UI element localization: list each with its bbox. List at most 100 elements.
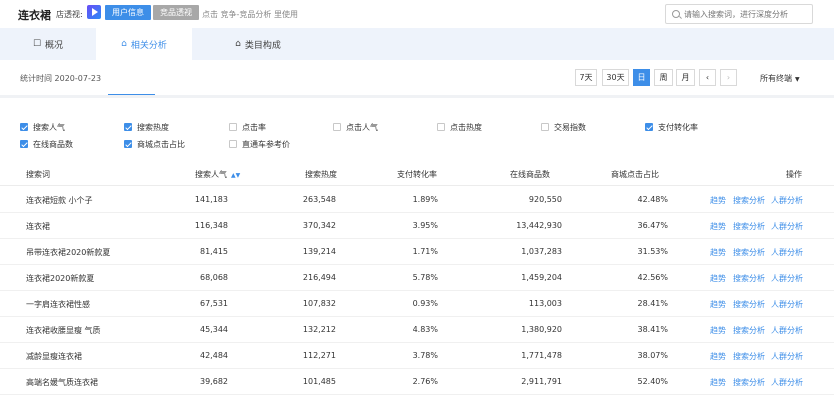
cell-search-heat: 112,271 [302, 351, 336, 360]
cell-payment-conversion: 4.83% [412, 325, 438, 334]
cell-search-popularity: 116,348 [194, 221, 228, 230]
audience-analysis-link[interactable]: 人群分析 [771, 351, 803, 362]
period-month-button[interactable]: 月 [676, 69, 695, 86]
checkbox-search-popularity[interactable]: 搜索人气 [20, 121, 65, 133]
checkbox-click-popularity[interactable]: 点击人气 [333, 121, 378, 133]
sort-icon[interactable]: ▲▼ [231, 172, 240, 179]
trend-link[interactable]: 趋势 [710, 247, 726, 258]
checkbox-box[interactable] [124, 123, 132, 131]
period-7d-button[interactable]: 7天 [575, 69, 597, 86]
table-row: 连衣裙收腰显瘦 气质 45,344 132,212 4.83% 1,380,920 38.… [0, 317, 834, 343]
audience-analysis-link[interactable]: 人群分析 [771, 325, 803, 336]
checkbox-box[interactable] [20, 123, 28, 131]
checkbox-ztc-price[interactable]: 直通车参考价 [229, 138, 290, 150]
trend-link[interactable]: 趋势 [710, 325, 726, 336]
cell-keyword: 连衣裙2020新款夏 [26, 274, 95, 283]
checkbox-payment-conversion[interactable]: 支付转化率 [645, 121, 698, 133]
checkbox-click-heat[interactable]: 点击热度 [437, 121, 482, 133]
tab-related-analysis[interactable]: ⌂ 相关分析 [96, 28, 192, 60]
table-row: 一字肩连衣裙性感 67,531 107,832 0.93% 113,003 28.41% 趋… [0, 291, 834, 317]
terminal-select[interactable]: 所有终端 ▼ [760, 73, 800, 84]
tab-label: 概况 [45, 40, 64, 51]
checkbox-label: 搜索热度 [137, 122, 169, 132]
tab-overview[interactable]: ☐ 概况 [0, 28, 96, 60]
cell-payment-conversion: 3.95% [412, 221, 438, 230]
cell-keyword: 吊带连衣裙2020新款夏 [26, 248, 111, 257]
trend-link[interactable]: 趋势 [710, 299, 726, 310]
trend-link[interactable]: 趋势 [710, 273, 726, 284]
checkbox-label: 交易指数 [554, 122, 586, 132]
cell-keyword: 连衣裙收腰显瘦 气质 [26, 326, 101, 335]
checkbox-mall-click-share[interactable]: 商城点击占比 [124, 138, 185, 150]
checkbox-box[interactable] [229, 123, 237, 131]
checkbox-box[interactable] [229, 140, 237, 148]
checkbox-box[interactable] [333, 123, 341, 131]
cell-search-popularity: 45,344 [200, 325, 228, 334]
period-week-button[interactable]: 周 [654, 69, 673, 86]
search-analysis-link[interactable]: 搜索分析 [733, 195, 765, 206]
cell-search-popularity: 42,484 [200, 351, 228, 360]
store-logo-icon[interactable] [87, 5, 101, 19]
cell-mall-click-share: 31.53% [637, 247, 668, 256]
period-day-button[interactable]: 日 [633, 69, 650, 86]
search-box[interactable] [665, 4, 813, 24]
cell-online-products: 1,380,920 [521, 325, 562, 334]
search-icon [672, 10, 680, 18]
tab-bar: ☐ 概况 ⌂ 相关分析 ⌂ 类目构成 [0, 28, 834, 60]
checkbox-box[interactable] [20, 140, 28, 148]
competitor-view-button[interactable]: 竞品透视 [153, 5, 199, 20]
cell-mall-click-share: 42.48% [637, 195, 668, 204]
checkbox-box[interactable] [541, 123, 549, 131]
checkbox-box[interactable] [645, 123, 653, 131]
search-analysis-link[interactable]: 搜索分析 [733, 377, 765, 388]
checkbox-box[interactable] [124, 140, 132, 148]
cell-search-heat: 107,832 [302, 299, 336, 308]
checkbox-box[interactable] [437, 123, 445, 131]
checkbox-trade-index[interactable]: 交易指数 [541, 121, 586, 133]
search-analysis-link[interactable]: 搜索分析 [733, 273, 765, 284]
col-keyword: 搜索词 [26, 170, 50, 179]
next-date-button[interactable]: › [720, 69, 737, 86]
table-row: 连衣裙 116,348 370,342 3.95% 13,442,930 36.47% 趋势… [0, 213, 834, 239]
user-info-button[interactable]: 用户信息 [105, 5, 151, 20]
search-analysis-link[interactable]: 搜索分析 [733, 221, 765, 232]
cell-search-popularity: 39,682 [200, 377, 228, 386]
audience-analysis-link[interactable]: 人群分析 [771, 195, 803, 206]
cell-online-products: 13,442,930 [516, 221, 562, 230]
search-analysis-link[interactable]: 搜索分析 [733, 247, 765, 258]
cell-keyword: 高端名媛气质连衣裙 [26, 378, 98, 387]
audience-analysis-link[interactable]: 人群分析 [771, 247, 803, 258]
search-analysis-link[interactable]: 搜索分析 [733, 351, 765, 362]
trend-link[interactable]: 趋势 [710, 351, 726, 362]
trend-link[interactable]: 趋势 [710, 221, 726, 232]
period-30d-button[interactable]: 30天 [602, 69, 629, 86]
trend-link[interactable]: 趋势 [710, 195, 726, 206]
tab-label: 类目构成 [244, 40, 281, 51]
prev-date-button[interactable]: ‹ [699, 69, 716, 86]
search-analysis-link[interactable]: 搜索分析 [733, 299, 765, 310]
top-header: 连衣裙 店透视: 用户信息 竞品透视 点击 竞争-竞品分析 里使用 [0, 0, 834, 28]
checkbox-search-heat[interactable]: 搜索热度 [124, 121, 169, 133]
cell-search-popularity: 68,068 [200, 273, 228, 282]
search-input[interactable] [684, 8, 810, 20]
audience-analysis-link[interactable]: 人群分析 [771, 377, 803, 388]
search-analysis-link[interactable]: 搜索分析 [733, 325, 765, 336]
col-search-popularity[interactable]: 搜索人气 ▲▼ [195, 169, 240, 180]
cell-online-products: 113,003 [528, 299, 562, 308]
cell-payment-conversion: 0.93% [412, 299, 438, 308]
cell-keyword: 连衣裙 [26, 222, 50, 231]
cell-keyword: 减龄显瘦连衣裙 [26, 352, 82, 361]
cell-search-popularity: 67,531 [200, 299, 228, 308]
cell-online-products: 1,459,204 [521, 273, 562, 282]
cell-mall-click-share: 36.47% [637, 221, 668, 230]
checkbox-label: 搜索人气 [33, 122, 65, 132]
checkbox-ctr[interactable]: 点击率 [229, 121, 266, 133]
cell-search-heat: 263,548 [302, 195, 336, 204]
trend-link[interactable]: 趋势 [710, 377, 726, 388]
cell-mall-click-share: 42.56% [637, 273, 668, 282]
audience-analysis-link[interactable]: 人群分析 [771, 273, 803, 284]
checkbox-online-products[interactable]: 在线商品数 [20, 138, 73, 150]
audience-analysis-link[interactable]: 人群分析 [771, 221, 803, 232]
audience-analysis-link[interactable]: 人群分析 [771, 299, 803, 310]
tab-category-composition[interactable]: ⌂ 类目构成 [210, 28, 306, 60]
